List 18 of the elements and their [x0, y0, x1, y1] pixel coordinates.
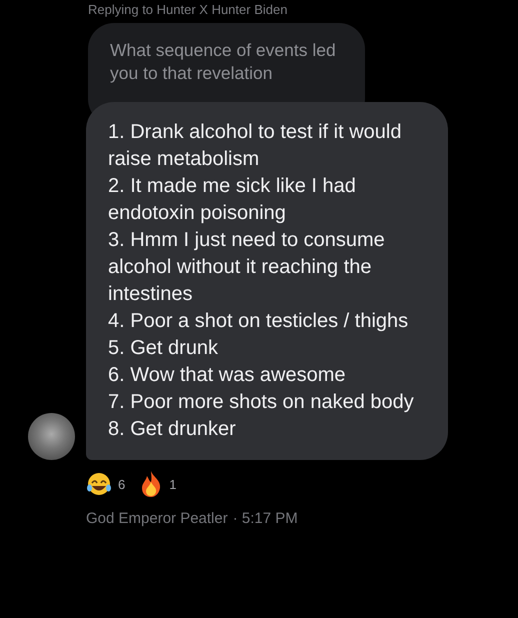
- message-line: 7. Poor more shots on naked body: [108, 390, 415, 415]
- message-line: 2. It made me sick like I had endotoxin poisoning: [108, 174, 357, 226]
- reaction-count: 6: [118, 476, 126, 492]
- laughing-face-icon: [86, 471, 112, 497]
- sender-name: God Emperor Peatler: [86, 510, 228, 527]
- message-line: 5. Get drunk: [108, 336, 220, 361]
- reaction-chip[interactable]: 6: [86, 470, 126, 498]
- timestamp: · 5:17 PM: [232, 510, 298, 527]
- reaction-chip[interactable]: 1: [139, 470, 176, 498]
- message-line: 3. Hmm I just need to consume alcohol without it reaching the intestines: [108, 228, 386, 307]
- message-line: 4. Poor a shot on testicles / thighs: [108, 309, 410, 334]
- message-line: 1. Drank alcohol to test if it would raise metabolism: [108, 120, 402, 172]
- quoted-message-text: What sequence of events led you to that revelation: [110, 39, 337, 85]
- avatar: [28, 413, 75, 460]
- message-line: 6. Wow that was awesome: [108, 363, 347, 388]
- reply-context: Replying to Hunter X Hunter Biden: [88, 2, 288, 17]
- message-line: 8. Get drunker: [108, 417, 237, 442]
- reaction-count: 1: [169, 476, 176, 492]
